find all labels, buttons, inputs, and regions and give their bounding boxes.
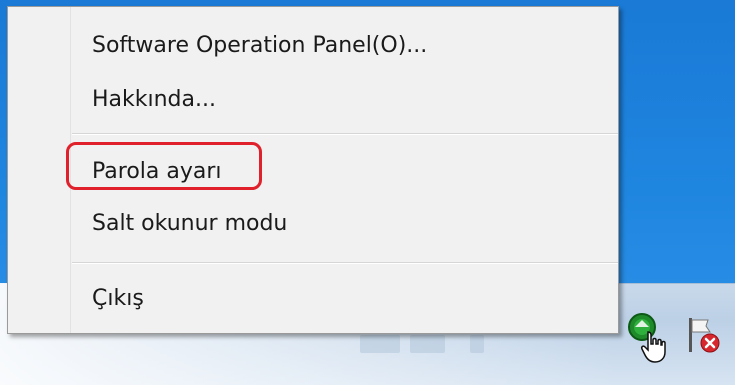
mouse-pointer-icon [640,330,668,368]
screen: Software Operation Panel(O)... Hakkında.… [0,0,735,385]
tray-ghost-item [410,335,445,353]
menu-item-salt-okunur-modu[interactable]: Salt okunur modu [92,204,287,244]
action-center-flag-icon[interactable] [686,316,722,358]
menu-item-cikis[interactable]: Çıkış [92,279,144,319]
menu-item-hakkinda[interactable]: Hakkında... [92,80,216,120]
menu-separator [72,262,618,264]
highlight-annotation [66,142,262,190]
tray-ghost-item [360,335,400,353]
menu-item-software-operation-panel[interactable]: Software Operation Panel(O)... [92,26,427,66]
tray-ghost-item [470,335,484,353]
menu-icon-gutter [8,7,71,333]
menu-separator [72,133,618,135]
